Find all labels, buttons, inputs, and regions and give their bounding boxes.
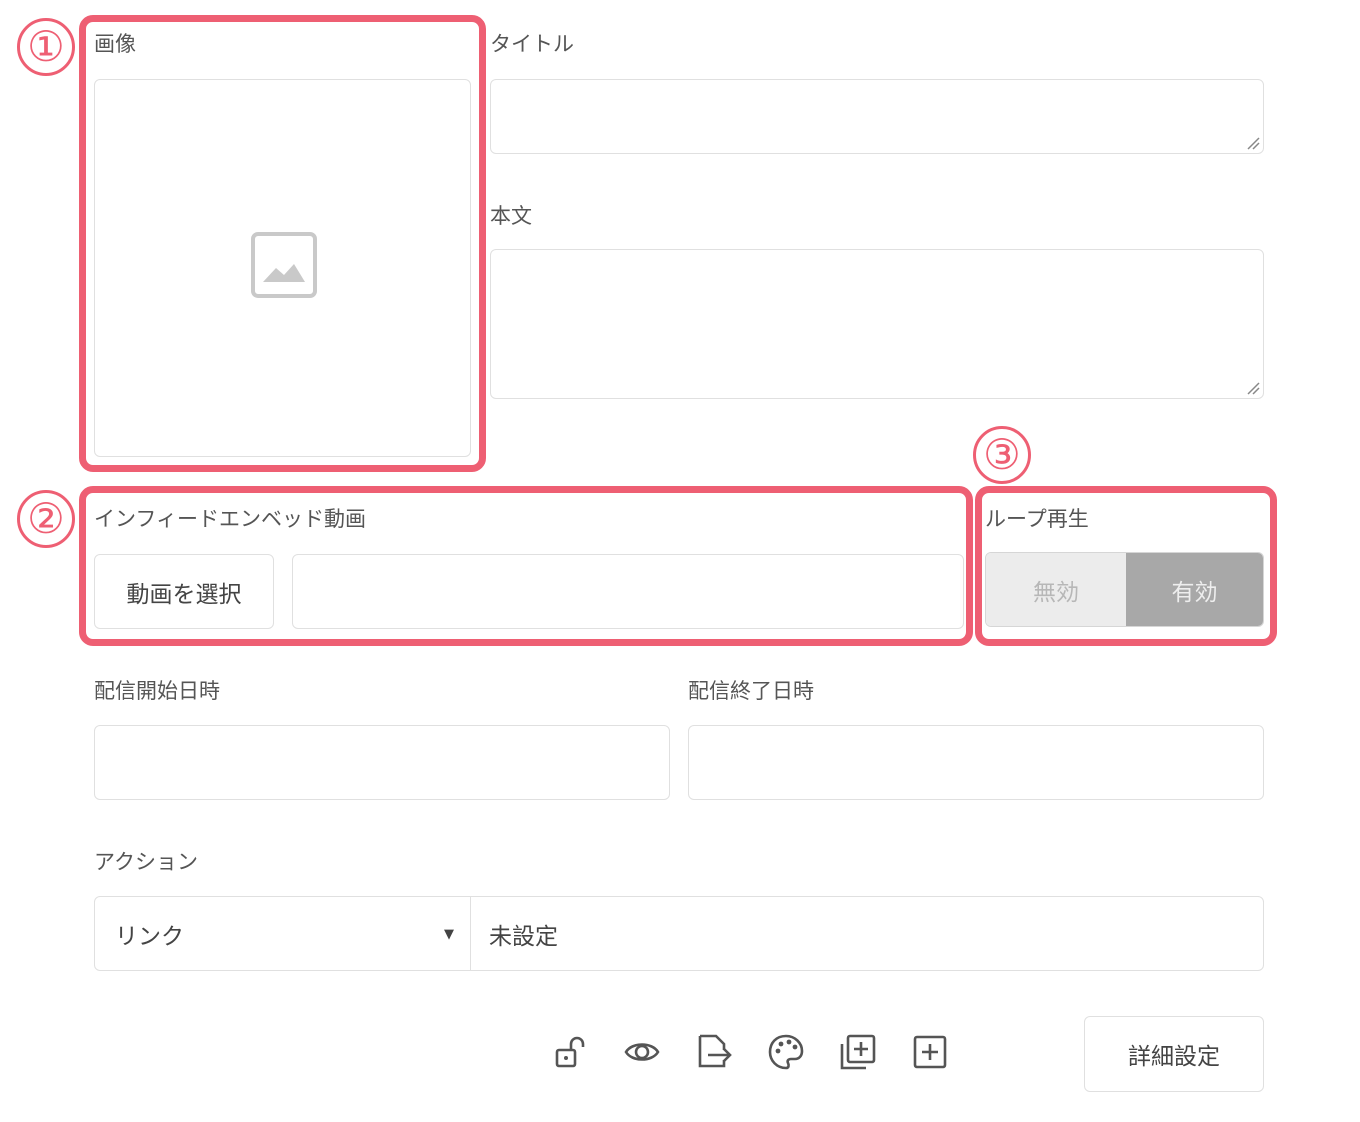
details-settings-button[interactable]: 詳細設定 (1084, 1016, 1264, 1092)
image-icon (251, 232, 317, 298)
image-upload-area[interactable] (94, 79, 471, 457)
duplicate-icon[interactable] (840, 1034, 876, 1070)
video-url-input[interactable] (292, 554, 964, 629)
palette-icon[interactable] (768, 1034, 804, 1070)
title-input[interactable] (490, 79, 1264, 154)
action-type-value: リンク (115, 923, 184, 950)
infeed-video-label: インフィードエンベッド動画 (94, 507, 366, 531)
unlock-icon[interactable] (553, 1034, 589, 1070)
action-row: リンク ▼ 未設定 (94, 896, 1264, 971)
action-value-text: 未設定 (489, 923, 558, 950)
body-textarea[interactable] (490, 249, 1264, 399)
eye-icon[interactable] (624, 1034, 660, 1070)
start-date-label: 配信開始日時 (94, 679, 220, 703)
annotation-number-3: ③ (973, 426, 1031, 484)
action-value-field[interactable]: 未設定 (471, 897, 1263, 970)
annotation-number-1: ① (17, 18, 75, 76)
image-label: 画像 (94, 32, 136, 56)
resize-handle-icon[interactable] (1246, 381, 1260, 395)
select-video-button[interactable]: 動画を選択 (94, 554, 274, 629)
annotation-number-2: ② (17, 490, 75, 548)
loop-off-option[interactable]: 無効 (986, 553, 1126, 626)
action-label: アクション (94, 850, 198, 874)
body-label: 本文 (490, 204, 532, 228)
resize-handle-icon[interactable] (1246, 136, 1260, 150)
loop-on-option[interactable]: 有効 (1126, 553, 1263, 626)
caret-down-icon: ▼ (444, 927, 454, 942)
file-export-icon[interactable] (696, 1034, 732, 1070)
loop-label: ループ再生 (985, 507, 1089, 531)
title-label: タイトル (490, 32, 574, 56)
start-date-input[interactable] (94, 725, 670, 800)
end-date-label: 配信終了日時 (688, 679, 814, 703)
add-icon[interactable] (912, 1034, 948, 1070)
loop-toggle: 無効 有効 (985, 552, 1264, 627)
action-type-select[interactable]: リンク ▼ (95, 897, 471, 970)
end-date-input[interactable] (688, 725, 1264, 800)
